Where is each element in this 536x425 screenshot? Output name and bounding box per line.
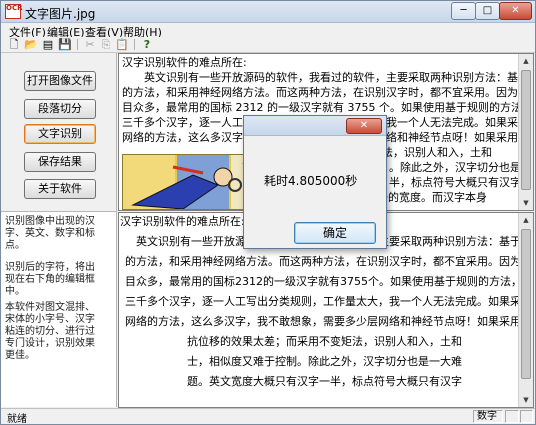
text-line: 。除此之外，汉字切分也是一大难: [389, 161, 533, 174]
minimize-button[interactable]: ─: [451, 2, 476, 20]
status-bar: 就绪 数字: [1, 408, 535, 425]
maximize-button[interactable]: □: [475, 2, 500, 20]
title-bar[interactable]: OCR 文字图片.jpg ─ □ ✕: [1, 1, 535, 23]
note-paragraph: 识别图像中出现的汉字、英文、数字和标点。: [5, 216, 95, 251]
recognize-text-button[interactable]: 文字识别: [24, 124, 96, 144]
note-paragraph: 识别后的字符，将出现在右下角的编辑框中。: [5, 262, 95, 297]
folder-icon[interactable]: ▤: [41, 38, 55, 51]
scrollbar-thumb[interactable]: [521, 229, 531, 379]
status-cell-numlock: 数字: [473, 410, 503, 423]
text-line: 英文识别有一些开放源码的软件，我看过的软件，主要采取两种识别方法：基于规则: [122, 71, 534, 84]
vertical-scrollbar[interactable]: ▲ ▼: [518, 213, 533, 407]
menu-bar: 文件(F) 编辑(E) 查看(V) 帮助(H): [1, 23, 535, 39]
timing-dialog: ✕ 耗时4.805000秒 确定: [243, 115, 387, 249]
status-cell: [505, 410, 519, 423]
help-icon[interactable]: ?: [140, 38, 154, 51]
status-text: 就绪: [7, 414, 27, 425]
text-line: 题。英文宽度大概只有汉字一半，标点符号大概只有汉字: [187, 375, 462, 388]
save-icon[interactable]: 💾: [58, 38, 72, 51]
text-line: 的方法，和采用神经网络方法。而这两种方法，在识别汉字时，都不宜采用。因为汉字数: [122, 86, 534, 99]
scrollbar-thumb[interactable]: [521, 70, 531, 190]
dialog-close-button[interactable]: ✕: [346, 118, 382, 134]
paste-icon[interactable]: 📋: [115, 38, 129, 51]
app-icon: OCR: [5, 4, 22, 19]
about-button[interactable]: 关于软件: [24, 179, 96, 199]
text-line: 汉字识别软件的难点所在:: [120, 215, 245, 228]
toolbar-separator: [134, 39, 135, 50]
scroll-up-icon[interactable]: ▲: [520, 55, 532, 67]
text-line: 网络的方法，这么多汉字，我不敢想象，需要多少层网络和神经节点呀！如果采用网格法，: [125, 315, 534, 328]
window-title: 文字图片.jpg: [25, 7, 96, 21]
text-line: 目众多，最常用的国标 2312 的一级汉字就有 3755 个。如果使用基于规则的…: [122, 101, 534, 114]
toolbar: 🗋 📂 ▤ 💾 ✂ ⎘ 📋 ?: [1, 37, 535, 53]
scroll-down-icon[interactable]: ▼: [520, 394, 532, 406]
text-line: 士，相似度又难于控制。除此之外，汉字切分也是一大难: [187, 355, 462, 368]
text-line: 三千多个汉字，逐一人工写出分类规则，工作量太大，我一个人无法完成。如果采用神经: [125, 295, 534, 308]
app-window: OCR 文字图片.jpg ─ □ ✕ 文件(F) 编辑(E) 查看(V) 帮助(…: [0, 0, 536, 425]
toolbar-separator: [77, 39, 78, 50]
text-line: 目众多，最常用的国标2312的一级汉字就有3755个。如果使用基于规则的方法，需…: [125, 275, 534, 288]
dialog-message: 耗时4.805000秒: [264, 174, 358, 188]
new-file-icon[interactable]: 🗋: [7, 38, 21, 51]
notes-panel: 识别图像中出现的汉字、英文、数字和标点。 识别后的字符，将出现在右下角的编辑框中…: [1, 211, 117, 407]
scroll-down-icon[interactable]: ▼: [520, 197, 532, 209]
paragraph-split-button[interactable]: 段落切分: [24, 99, 96, 119]
text-line: 抗位移的效果太差；而采用不变矩法，识别人和入，土和: [187, 335, 462, 348]
note-paragraph: 本软件对图文混排、宋体的小字号、汉字粘连的切分、进行过专门设计，识别效果更佳。: [5, 302, 95, 361]
scroll-up-icon[interactable]: ▲: [520, 214, 532, 226]
text-line: 的方法，和采用神经网络方法。而这两种方法，在识别汉字时，都不宜采用。因为汉字数: [125, 255, 534, 268]
vertical-scrollbar[interactable]: ▲ ▼: [518, 54, 533, 210]
open-folder-icon[interactable]: 📂: [24, 38, 38, 51]
cut-icon[interactable]: ✂: [83, 38, 97, 51]
status-cell: [520, 410, 533, 423]
ok-button[interactable]: 确定: [294, 222, 376, 244]
text-line: 半，标点符号大概只有汉字: [389, 176, 521, 189]
command-panel: 打开图像文件 段落切分 文字识别 保存结果 关于软件: [1, 53, 117, 211]
copy-icon[interactable]: ⎘: [99, 38, 113, 51]
open-image-button[interactable]: 打开图像文件: [24, 71, 96, 91]
dialog-title-bar[interactable]: ✕: [244, 116, 386, 136]
close-button[interactable]: ✕: [499, 2, 532, 20]
save-result-button[interactable]: 保存结果: [24, 152, 96, 172]
text-line: 汉字识别软件的难点所在:: [122, 56, 247, 69]
